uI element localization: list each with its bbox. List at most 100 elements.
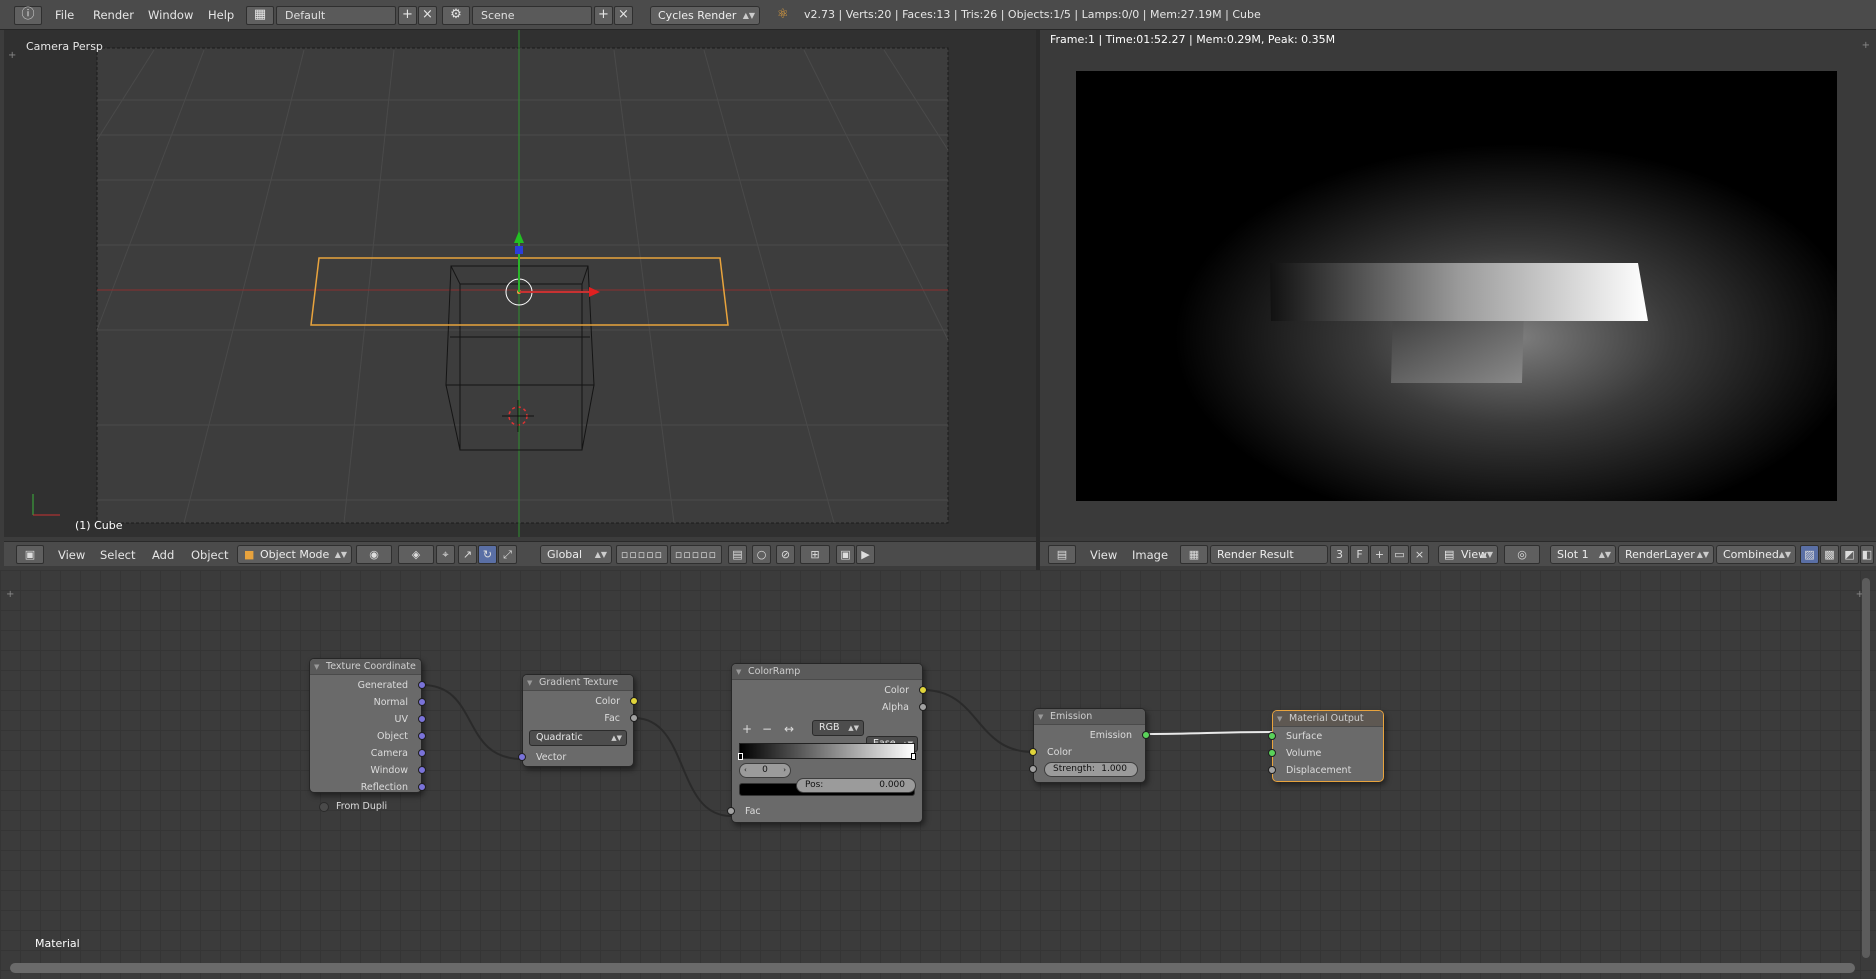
output-socket[interactable] [418,783,426,791]
from-dupli-checkbox[interactable]: From Dupli [310,798,421,815]
layers-row-2-icon[interactable]: ▫▫▫▫▫ [670,545,722,564]
ramp-stop-white[interactable] [911,753,916,760]
remove-stop-button[interactable]: − [762,722,772,736]
strength-field[interactable]: Strength: 1.000 [1044,762,1138,777]
output-socket[interactable] [418,732,426,740]
checkbox-icon[interactable] [319,802,329,812]
object-mode-dropdown[interactable]: ■ Object Mode ▲▼ [237,545,352,564]
color-mode-dropdown[interactable]: RGB ▲▼ [812,720,864,736]
menu-image[interactable]: Image [1132,548,1168,562]
add-stop-button[interactable]: + [742,722,752,736]
editor-type-info-icon[interactable]: ⓘ [14,6,42,25]
fake-user-button[interactable]: F [1350,545,1369,564]
output-socket[interactable] [418,715,426,723]
draw-image-color-icon[interactable]: ▨ [1800,545,1819,564]
add-scene-icon[interactable]: + [594,6,613,25]
region-plus-icon[interactable]: + [1862,40,1870,51]
render-pass-dropdown[interactable]: Combined ▲▼ [1716,545,1796,564]
pivot-point-icon[interactable]: ◈ [398,545,434,564]
input-socket[interactable] [1268,749,1276,757]
node-gradient-texture[interactable]: Gradient Texture Color Fac Quadratic ▲▼ V… [518,674,638,767]
remove-layout-icon[interactable]: × [418,6,437,25]
draw-image-alpha-icon[interactable]: ▩ [1820,545,1839,564]
ramp-stop-black[interactable] [738,753,743,760]
pivot-icon[interactable]: ◎ [1504,545,1540,564]
render-engine-dropdown[interactable]: Cycles Render ▲▼ [650,6,760,25]
vertical-scrollbar[interactable] [1862,578,1870,958]
open-image-icon[interactable]: ▭ [1390,545,1409,564]
image-browse-icon[interactable]: ▦ [1180,545,1208,564]
add-layout-icon[interactable]: + [398,6,417,25]
translate-manipulator-icon[interactable]: ↗ [458,545,477,564]
proportional-edit-icon[interactable]: ○ [752,545,771,564]
opengl-anim-icon[interactable]: ▶ [856,545,875,564]
decrement-arrow-icon[interactable]: ‹ [744,764,747,777]
node-material-output[interactable]: Material Output Surface Volume Displacem… [1268,710,1384,782]
menu-render[interactable]: Render [93,8,134,22]
stop-index-field[interactable]: ‹ 0 › [739,763,791,778]
rotate-manipulator-icon[interactable]: ↻ [478,545,497,564]
new-image-icon[interactable]: + [1370,545,1389,564]
input-socket[interactable] [1268,732,1276,740]
output-socket[interactable] [1142,731,1150,739]
output-socket[interactable] [630,697,638,705]
input-socket[interactable] [1029,765,1037,773]
stop-position-field[interactable]: Pos: 0.000 [796,778,916,793]
editor-type-image-icon[interactable]: ▤ [1048,545,1076,564]
opengl-render-icon[interactable]: ▣ [836,545,855,564]
orientation-dropdown[interactable]: Global ▲▼ [540,545,612,564]
output-socket[interactable] [418,681,426,689]
output-socket[interactable] [418,749,426,757]
output-socket[interactable] [418,698,426,706]
region-plus-icon[interactable]: + [6,589,14,600]
image-users-count[interactable]: 3 [1330,545,1349,564]
output-socket[interactable] [418,766,426,774]
menu-add[interactable]: Add [152,548,174,562]
flip-ramp-button[interactable]: ↔ [784,722,794,736]
editor-type-3d-icon[interactable]: ▣ [16,545,44,564]
layer-lock-icon[interactable]: ▤ [728,545,747,564]
draw-image-zbuffer-icon[interactable]: ◩ [1840,545,1859,564]
unlink-image-icon[interactable]: × [1410,545,1429,564]
node-texture-coordinate[interactable]: Texture Coordinate Generated Normal UV O… [309,658,426,812]
scene-icon[interactable]: ⚙ [442,6,470,25]
render-layer-dropdown[interactable]: RenderLayer ▲▼ [1618,545,1714,564]
input-socket[interactable] [1268,766,1276,774]
gradient-type-dropdown[interactable]: Quadratic ▲▼ [529,730,627,746]
output-socket[interactable] [630,714,638,722]
layers-row-1-icon[interactable]: ▫▫▫▫▫ [616,545,668,564]
scene-field[interactable]: Scene [472,6,592,25]
horizontal-scrollbar[interactable] [10,963,1855,973]
increment-arrow-icon[interactable]: › [783,764,786,777]
input-socket[interactable] [727,807,735,815]
input-socket[interactable] [1029,748,1037,756]
viewport-shading-icon[interactable]: ◉ [356,545,392,564]
color-ramp-bar[interactable] [738,743,916,760]
remove-scene-icon[interactable]: × [614,6,633,25]
node-emission[interactable]: Emission Emission Color Strength: 1.000 [1029,708,1150,783]
snap-element-icon[interactable]: ⊞ [800,545,830,564]
screen-layout-field[interactable]: Default [276,6,396,25]
view-mode-dropdown[interactable]: ▤ View ▲▼ [1438,545,1498,564]
slot-dropdown[interactable]: Slot 1 ▲▼ [1550,545,1616,564]
output-socket[interactable] [919,703,927,711]
menu-select[interactable]: Select [100,548,135,562]
snap-toggle-icon[interactable]: ⊘ [776,545,795,564]
input-socket[interactable] [518,753,526,761]
image-editor[interactable]: Frame:1 | Time:01:52.27 | Mem:0.29M, Pea… [1040,30,1876,537]
menu-object[interactable]: Object [191,548,228,562]
scale-manipulator-icon[interactable]: ⤢ [498,545,517,564]
output-socket[interactable] [919,686,927,694]
draw-image-extra-icon[interactable]: ◧ [1860,545,1874,564]
node-editor[interactable]: + + Texture Coordinate Generated Normal … [0,570,1876,979]
manipulator-toggle-icon[interactable]: ⌖ [436,545,455,564]
node-colorramp[interactable]: ColorRamp Color Alpha + − ↔ RGB▲▼ Ease▲▼… [727,663,927,823]
image-name-field[interactable]: Render Result [1210,545,1328,564]
menu-file[interactable]: File [55,8,74,22]
menu-help[interactable]: Help [208,8,234,22]
menu-view[interactable]: View [58,548,85,562]
menu-window[interactable]: Window [148,8,193,22]
3d-viewport[interactable]: Camera Persp (1) Cube + [4,30,1036,537]
screen-layout-icon[interactable]: ▦ [246,6,274,25]
region-plus-icon[interactable]: + [8,50,16,61]
